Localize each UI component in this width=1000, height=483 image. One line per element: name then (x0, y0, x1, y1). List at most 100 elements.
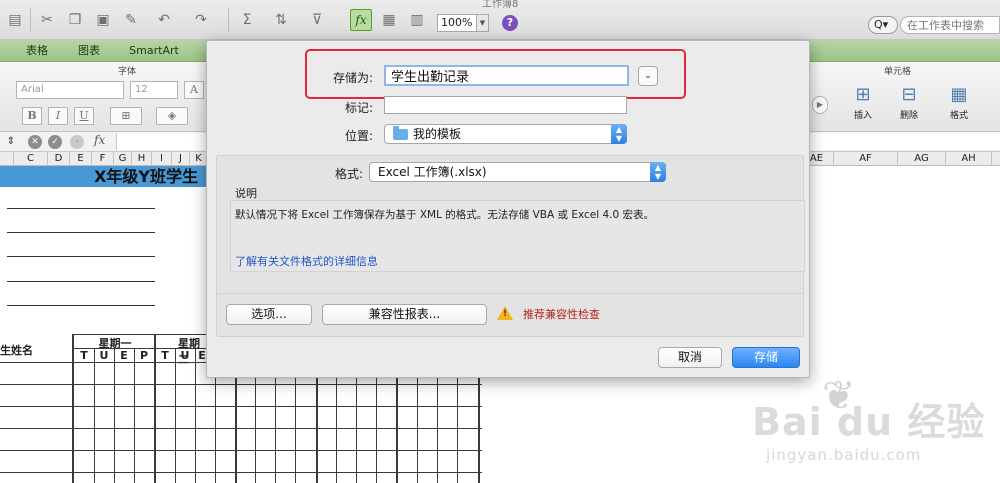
format-value: Excel 工作簿(.xlsx) (378, 165, 487, 179)
search-icon[interactable]: Q▾ (868, 16, 898, 34)
day-letter[interactable]: P (134, 349, 154, 362)
column-header-ah[interactable]: AH (946, 152, 992, 166)
borders-icon[interactable]: ⊞ (110, 107, 142, 125)
day-letter[interactable]: U (175, 349, 195, 362)
font-size-field[interactable]: 12 (130, 81, 178, 99)
column-header-i[interactable]: I (152, 152, 172, 166)
insert-cells-label: 插入 (853, 111, 872, 121)
options-button[interactable]: 选项... (226, 304, 312, 325)
print-icon[interactable]: ▤ (6, 12, 24, 28)
insert-cells-button[interactable]: ⊞ 插入 (846, 82, 880, 128)
format-label: 格式: (334, 167, 363, 181)
sheet-title-cell[interactable]: X年级Y班学生 (0, 166, 210, 187)
warning-icon: ! (497, 306, 513, 320)
student-name-header[interactable]: 生姓名 (0, 342, 40, 358)
watermark-logo: Bai du 经验 (752, 400, 986, 444)
toolbar-separator (30, 8, 31, 32)
grid-line (0, 362, 72, 363)
updown-arrows-icon: ▲ ▼ (650, 162, 666, 182)
location-value: 我的模板 (413, 127, 462, 141)
tab-tables[interactable]: 表格 (20, 42, 54, 60)
bold-button[interactable]: B (22, 107, 42, 125)
tags-input[interactable] (384, 96, 627, 114)
folder-icon (393, 126, 408, 140)
format-cells-label: 格式 (949, 111, 968, 121)
compatibility-report-button[interactable]: 兼容性报表... (322, 304, 487, 325)
watermark-url: jingyan.baidu.com (766, 446, 922, 464)
fx-label: fx (94, 133, 106, 147)
filter-icon[interactable]: ⊽ (308, 12, 326, 28)
copy-icon[interactable]: ❐ (66, 12, 84, 28)
column-header-c[interactable]: C (14, 152, 48, 166)
compatibility-warning-text: 推荐兼容性检查 (523, 308, 600, 321)
day-letter[interactable]: T (155, 349, 175, 362)
tab-charts[interactable]: 图表 (72, 42, 106, 60)
window-title: 工作簿8 (482, 0, 519, 10)
insert-icon: ⊞ (855, 84, 871, 105)
column-header-e[interactable]: E (70, 152, 92, 166)
help-icon[interactable]: ? (502, 15, 518, 31)
underline-button[interactable]: U (74, 107, 94, 125)
sheet-search: Q▾ (868, 15, 1000, 35)
cancel-entry-icon[interactable]: ✕ (28, 135, 42, 149)
save-button[interactable]: 存储 (732, 347, 800, 368)
sort-icon[interactable]: ⇅ (272, 12, 290, 28)
updown-arrows-icon: ▲ ▼ (611, 124, 627, 144)
learn-more-link[interactable]: 了解有关文件格式的详细信息 (235, 253, 378, 269)
cut-icon[interactable]: ✂ (38, 12, 56, 28)
fill-color-icon[interactable]: ◈ (156, 107, 188, 125)
grid-line (175, 348, 176, 483)
grid-line (114, 348, 115, 483)
column-header[interactable] (0, 152, 14, 166)
grid-line (72, 334, 74, 483)
description-text: 默认情况下将 Excel 工作簿保存为基于 XML 的格式。无法存储 VBA 或… (235, 209, 655, 221)
delete-cells-button[interactable]: ⊟ 删除 (892, 82, 926, 128)
signature-line (7, 305, 155, 306)
undo-icon[interactable]: ↶ (155, 12, 173, 28)
zoom-field[interactable]: 100% (437, 14, 477, 32)
chevron-right-icon[interactable]: ▶ (812, 96, 828, 114)
search-input[interactable] (900, 16, 1000, 34)
autosum-icon[interactable]: Σ (238, 12, 256, 28)
column-header-h[interactable]: H (132, 152, 152, 166)
file-name-input[interactable] (384, 65, 629, 86)
format-cells-button[interactable]: ▦ 格式 (942, 82, 976, 128)
column-header-j[interactable]: J (172, 152, 190, 166)
tab-smartart[interactable]: SmartArt (124, 42, 184, 60)
paste-icon[interactable]: ▣ (94, 12, 112, 28)
grid-line (154, 334, 156, 483)
grid-line (134, 348, 135, 483)
formula-builder-icon[interactable]: · (70, 135, 84, 149)
format-painter-icon[interactable]: ✎ (122, 12, 140, 28)
chevron-down-icon[interactable]: ▼ (477, 14, 489, 32)
column-header-af[interactable]: AF (834, 152, 898, 166)
column-header-d[interactable]: D (48, 152, 70, 166)
description-title: 说明 (235, 187, 257, 200)
excel-window: 工作簿8 ▤ ✂ ❐ ▣ ✎ ↶ ↷ Σ ⇅ ⊽ fx ▦ ▥ 100% ▼ ?… (0, 0, 1000, 483)
signature-line (7, 256, 155, 257)
column-header-f[interactable]: F (92, 152, 114, 166)
day-letter[interactable]: E (114, 349, 134, 362)
media-browser-icon[interactable]: ▥ (408, 12, 426, 28)
format-icon: ▦ (950, 84, 968, 105)
column-header-ag[interactable]: AG (898, 152, 946, 166)
italic-button[interactable]: I (48, 107, 68, 125)
insert-function-button[interactable]: fx (350, 9, 372, 31)
name-box-arrows-icon[interactable]: ⇕ (4, 135, 18, 149)
grow-font-button[interactable]: A (184, 81, 204, 99)
expand-dialog-button[interactable]: ⌄ (638, 66, 658, 86)
show-hide-icon[interactable]: ▦ (380, 12, 398, 28)
font-name-field[interactable]: Arial (16, 81, 124, 99)
redo-icon[interactable]: ↷ (192, 12, 210, 28)
day-letter[interactable]: U (94, 349, 114, 362)
cancel-button[interactable]: 取消 (658, 347, 722, 368)
day-letter[interactable]: T (74, 349, 94, 362)
column-header-g[interactable]: G (114, 152, 132, 166)
tags-label: 标记: (344, 101, 373, 115)
location-popup[interactable]: 我的模板 ▲ ▼ (384, 124, 627, 144)
signature-line (7, 208, 155, 209)
format-popup[interactable]: Excel 工作簿(.xlsx) ▲ ▼ (369, 162, 666, 182)
delete-cells-label: 删除 (899, 111, 918, 121)
standard-toolbar: 工作簿8 ▤ ✂ ❐ ▣ ✎ ↶ ↷ Σ ⇅ ⊽ fx ▦ ▥ 100% ▼ ?… (0, 0, 1000, 40)
confirm-entry-icon[interactable]: ✓ (48, 135, 62, 149)
